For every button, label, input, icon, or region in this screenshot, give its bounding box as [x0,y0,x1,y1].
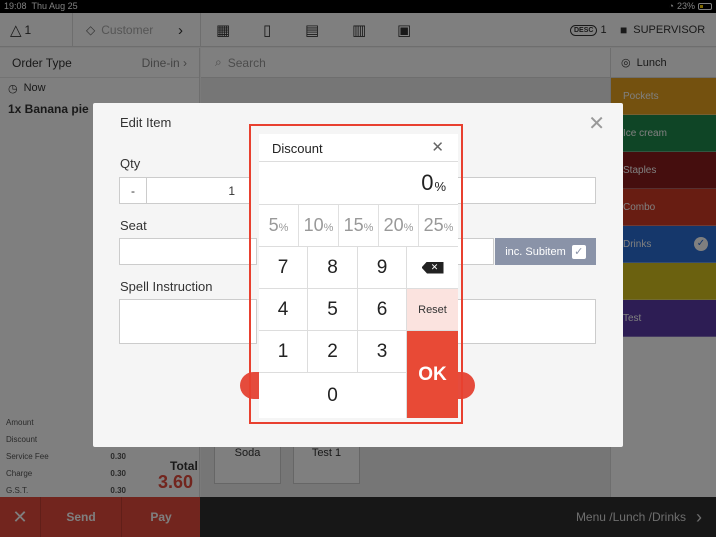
preset-15-button[interactable]: 15% [339,205,379,246]
spell-instruction-input[interactable] [119,299,257,344]
seat-input[interactable] [119,238,257,265]
edit-item-title: Edit Item [120,115,172,130]
backspace-icon: ✕ [421,261,444,274]
spell-instruction-extra[interactable] [448,299,596,344]
qty-extra-field[interactable] [448,177,596,204]
discount-dialog: Discount ✕ 0 % 5% 10% 15% 20% 25% 7 8 9 … [259,134,458,418]
key-6[interactable]: 6 [358,289,407,331]
qty-label: Qty [120,156,141,171]
preset-20-button[interactable]: 20% [379,205,419,246]
key-0[interactable]: 0 [259,373,407,418]
discount-display: 0 % [259,162,458,205]
key-3[interactable]: 3 [358,331,407,373]
key-8[interactable]: 8 [308,247,358,289]
key-2[interactable]: 2 [308,331,358,373]
preset-10-button[interactable]: 10% [299,205,339,246]
discount-value: 0 [421,170,434,195]
backspace-button[interactable]: ✕ [407,247,458,289]
percent-sign: % [434,178,446,194]
key-5[interactable]: 5 [308,289,358,331]
discount-title: Discount [272,141,323,156]
key-7[interactable]: 7 [259,247,308,289]
checkbox-checked-icon: ✓ [571,244,586,259]
reset-button[interactable]: Reset [407,289,458,331]
qty-decrease-button[interactable]: - [119,177,147,204]
preset-25-button[interactable]: 25% [419,205,458,246]
close-icon[interactable]: ✕ [588,111,605,136]
seat-label: Seat [120,218,147,233]
key-1[interactable]: 1 [259,331,308,373]
qty-input[interactable]: 1 [146,177,250,204]
discount-presets: 5% 10% 15% 20% 25% [259,205,458,247]
discount-header: Discount ✕ [259,134,458,162]
key-9[interactable]: 9 [358,247,407,289]
ok-button[interactable]: OK [407,331,458,418]
spell-instruction-label: Spell Instruction [120,279,213,294]
key-4[interactable]: 4 [259,289,308,331]
close-icon[interactable]: ✕ [431,138,444,156]
preset-5-button[interactable]: 5% [259,205,299,246]
inc-subitem-toggle[interactable]: inc. Subitem ✓ [495,238,596,265]
